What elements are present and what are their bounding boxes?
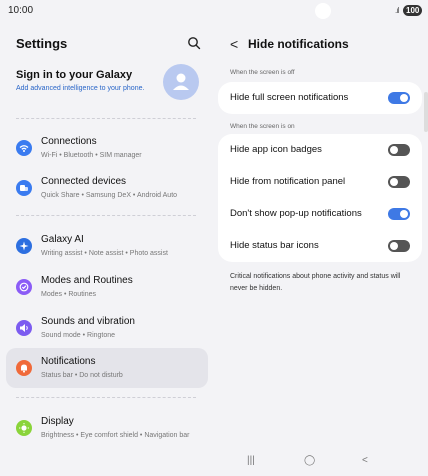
toggle-knob [400, 210, 408, 218]
sidebar-item-label: Galaxy AI [41, 234, 84, 245]
speaker-icon [16, 320, 32, 336]
divider [16, 397, 196, 398]
back-arrow-icon[interactable]: < [230, 36, 238, 52]
toggle-switch[interactable] [388, 176, 410, 188]
settings-card: Hide app icon badges Hide from notificat… [218, 134, 422, 262]
toggle-switch[interactable] [388, 240, 410, 252]
detail-pane: < Hide notifications When the screen is … [214, 22, 428, 476]
camera-cutout [315, 3, 331, 19]
sidebar-item-sounds-and-vibration[interactable]: Sounds and vibration Sound mode • Ringto… [6, 308, 208, 348]
account-title: Sign in to your Galaxy [16, 69, 133, 81]
setting-label: Hide from notification panel [230, 176, 346, 187]
toggle-knob [400, 94, 408, 102]
sparkle-icon [16, 238, 32, 254]
home-button[interactable]: ◯ [304, 455, 315, 466]
check-circle-icon [16, 279, 32, 295]
sidebar-item-display[interactable]: Display Brightness • Eye comfort shield … [6, 408, 208, 456]
recents-button[interactable]: ||| [247, 455, 255, 466]
wifi-icon [16, 140, 32, 156]
setting-label: Hide app icon badges [230, 144, 322, 155]
sidebar-item-subtitle: Writing assist • Note assist • Photo ass… [41, 250, 168, 257]
sidebar-item-subtitle: Modes • Routines [41, 291, 96, 298]
toggle-switch[interactable] [388, 208, 410, 220]
settings-pane: Settings Sign in to your Galaxy Add adva… [0, 22, 214, 476]
sidebar-item-galaxy-ai[interactable]: Galaxy AI Writing assist • Note assist •… [6, 226, 208, 266]
sidebar-item-subtitle: Brightness • Eye comfort shield • Naviga… [41, 432, 190, 439]
detail-title: Hide notifications [248, 37, 349, 51]
back-button[interactable]: < [362, 455, 368, 466]
signal-icon: .ıl [395, 6, 399, 15]
battery-icon: 100 [403, 5, 423, 16]
sidebar-item-modes-and-routines[interactable]: Modes and Routines Modes • Routines [6, 267, 208, 307]
section-header: When the screen is off [230, 69, 295, 76]
divider [16, 215, 196, 216]
status-time: 10:00 [8, 5, 34, 16]
avatar[interactable] [163, 64, 199, 100]
bell-icon [16, 360, 32, 376]
toggle-knob [390, 178, 398, 186]
sidebar-item-subtitle: Status bar • Do not disturb [41, 372, 123, 379]
sidebar-item-label: Modes and Routines [41, 275, 133, 286]
sidebar-item-label: Connected devices [41, 176, 127, 187]
setting-hide-from-panel[interactable]: Hide from notification panel [230, 166, 410, 198]
search-icon[interactable] [187, 36, 201, 50]
scroll-edge-handle[interactable] [424, 92, 428, 132]
sidebar-item-connected-devices[interactable]: Connected devices Quick Share • Samsung … [6, 168, 208, 208]
setting-no-popup[interactable]: Don't show pop-up notifications [230, 198, 410, 230]
setting-label: Hide status bar icons [230, 240, 319, 251]
sidebar-item-connections[interactable]: Connections Wi-Fi • Bluetooth • SIM mana… [6, 128, 208, 168]
toggle-knob [390, 242, 398, 250]
toggle-knob [390, 146, 398, 154]
divider [16, 118, 196, 119]
sidebar-item-subtitle: Sound mode • Ringtone [41, 332, 116, 339]
setting-hide-app-icon-badges[interactable]: Hide app icon badges [230, 134, 410, 166]
toggle-switch[interactable] [388, 92, 410, 104]
sidebar-item-notifications[interactable]: Notifications Status bar • Do not distur… [6, 348, 208, 388]
person-icon [173, 73, 189, 90]
sidebar-item-label: Notifications [41, 356, 96, 367]
devices-icon [16, 180, 32, 196]
page-title: Settings [16, 36, 68, 51]
sidebar-item-label: Display [41, 416, 74, 427]
toggle-switch[interactable] [388, 144, 410, 156]
sidebar-item-label: Sounds and vibration [41, 316, 135, 327]
sidebar-item-label: Connections [41, 136, 97, 147]
setting-label: Don't show pop-up notifications [230, 208, 362, 219]
info-note: Critical notifications about phone activ… [230, 273, 401, 292]
sidebar-item-subtitle: Quick Share • Samsung DeX • Android Auto [41, 192, 178, 199]
sun-icon [16, 420, 32, 436]
account-signin[interactable]: Sign in to your Galaxy Add advanced inte… [16, 64, 206, 106]
sidebar-item-subtitle: Wi-Fi • Bluetooth • SIM manager [41, 152, 142, 159]
setting-label: Hide full screen notifications [230, 92, 349, 103]
settings-card: Hide full screen notifications [218, 82, 422, 114]
account-subtitle: Add advanced intelligence to your phone. [16, 85, 145, 92]
setting-hide-full-screen[interactable]: Hide full screen notifications [230, 82, 410, 114]
setting-hide-status-bar-icons[interactable]: Hide status bar icons [230, 230, 410, 262]
status-bar: 10:00 .ıl 100 [0, 0, 428, 22]
section-header: When the screen is on [230, 123, 295, 130]
